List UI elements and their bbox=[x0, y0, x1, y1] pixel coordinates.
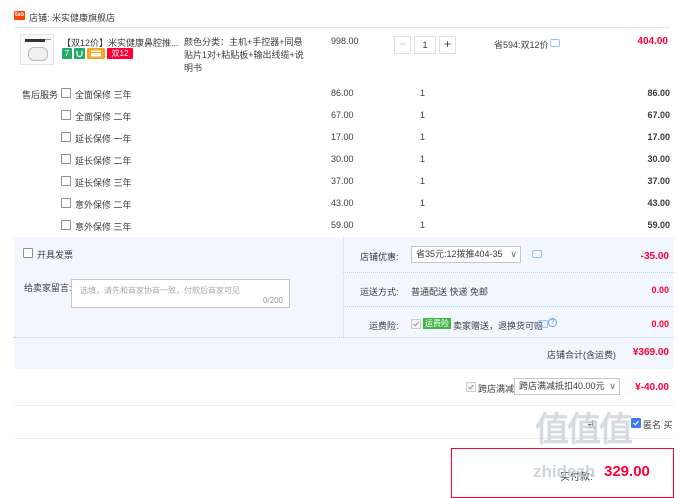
insurance-label: 运费险: bbox=[369, 321, 399, 331]
badge-credit-card-icon bbox=[87, 48, 105, 59]
product-thumbnail[interactable] bbox=[20, 34, 54, 65]
service-total: 59.00 bbox=[647, 220, 670, 230]
service-name: 全面保修 二年 bbox=[75, 112, 132, 122]
service-total: 17.00 bbox=[647, 132, 670, 142]
chevron-down-icon: ∨ bbox=[609, 381, 616, 391]
service-name: 延长保修 一年 bbox=[75, 134, 132, 144]
chevron-down-icon: ∨ bbox=[510, 249, 517, 259]
service-name: 全面保修 三年 bbox=[75, 90, 132, 100]
service-name: 意外保修 三年 bbox=[75, 222, 132, 232]
service-qty: 1 bbox=[420, 88, 426, 98]
service-checkbox[interactable] bbox=[61, 132, 71, 142]
service-price: 17.00 bbox=[331, 132, 354, 142]
shop-icon: tao bbox=[14, 11, 25, 20]
invoice-label: 开具发票 bbox=[37, 250, 74, 260]
store-promo-checkbox[interactable] bbox=[466, 382, 476, 392]
insurance-info-icon[interactable] bbox=[538, 320, 548, 328]
invoice-checkbox[interactable] bbox=[23, 248, 33, 258]
service-total: 86.00 bbox=[647, 88, 670, 98]
service-price: 67.00 bbox=[331, 110, 354, 120]
service-qty: 1 bbox=[420, 132, 426, 142]
service-name: 意外保修 二年 bbox=[75, 200, 132, 210]
service-price: 86.00 bbox=[331, 88, 354, 98]
quantity-plus-button[interactable]: + bbox=[439, 36, 456, 54]
service-qty: 1 bbox=[420, 154, 426, 164]
service-checkbox[interactable] bbox=[61, 198, 71, 208]
message-counter: 0/200 bbox=[262, 296, 283, 305]
shop-discount-amount: -35.00 bbox=[640, 251, 669, 262]
quantity-minus-button[interactable]: − bbox=[394, 36, 411, 54]
anonymous-label: 匿名 买 bbox=[643, 420, 673, 430]
discount-info-icon[interactable] bbox=[532, 250, 542, 258]
badge-7day-icon: 7 bbox=[62, 48, 72, 59]
promo-text: 省594:双12价 bbox=[494, 40, 549, 50]
service-qty: 1 bbox=[420, 110, 426, 120]
service-total: 37.00 bbox=[647, 176, 670, 186]
services-label: 售后服务 bbox=[22, 90, 59, 100]
service-total: 67.00 bbox=[647, 110, 670, 120]
help-icon[interactable]: ? bbox=[548, 318, 557, 327]
final-amount: 329.00 bbox=[604, 463, 650, 480]
shop-total-label: 店铺合计(含运费) bbox=[547, 350, 616, 360]
shop-name-link[interactable]: 米实健康旗舰店 bbox=[52, 11, 115, 24]
promo-info-icon[interactable] bbox=[550, 39, 560, 47]
message-textarea[interactable]: 选填，请先和商家协商一致，付款后商家可见 0/200 bbox=[71, 279, 290, 308]
shop-total-amount: ¥369.00 bbox=[632, 347, 669, 358]
service-checkbox[interactable] bbox=[61, 88, 71, 98]
product-spec: 颜色分类：主机+手控器+同悬贴片1对+粘贴板+输出线缆+说明书 bbox=[184, 37, 304, 73]
service-price: 30.00 bbox=[331, 154, 354, 164]
service-price: 37.00 bbox=[331, 176, 354, 186]
service-checkbox[interactable] bbox=[61, 154, 71, 164]
message-placeholder: 选填，请先和商家协商一致，付款后商家可见 bbox=[80, 286, 240, 295]
service-price: 43.00 bbox=[331, 198, 354, 208]
shop-label: 店铺: bbox=[29, 13, 50, 23]
badge-double12-icon: 双12 bbox=[107, 48, 133, 59]
insurance-tag: 运费险 bbox=[423, 318, 451, 329]
service-qty: 1 bbox=[420, 220, 426, 230]
quantity-input[interactable]: 1 bbox=[414, 36, 436, 54]
shop-discount-value: 省35元:12拨推404-35 bbox=[416, 249, 503, 259]
service-qty: 1 bbox=[420, 198, 426, 208]
service-qty: 1 bbox=[420, 176, 426, 186]
insurance-value: 卖家赠送，退换货可赔 bbox=[453, 321, 544, 331]
store-promo-value: 跨店满减抵扣40.00元 bbox=[519, 381, 605, 391]
service-total: 43.00 bbox=[647, 198, 670, 208]
shipping-value: 普通配送 快递 免邮 bbox=[411, 287, 489, 297]
unit-price: 998.00 bbox=[331, 36, 359, 46]
shop-discount-label: 店铺优惠: bbox=[360, 252, 399, 262]
anonymous-checkbox[interactable] bbox=[631, 418, 641, 428]
insurance-amount: 0.00 bbox=[651, 319, 669, 329]
store-promo-select[interactable]: 跨店满减抵扣40.00元 ∨ bbox=[514, 378, 620, 395]
badge-guarantee-icon bbox=[74, 48, 85, 59]
service-checkbox[interactable] bbox=[61, 176, 71, 186]
service-price: 59.00 bbox=[331, 220, 354, 230]
store-promo-amount: ¥-40.00 bbox=[635, 382, 669, 393]
item-total: 404.00 bbox=[637, 36, 668, 47]
insurance-checkbox[interactable] bbox=[411, 319, 421, 329]
shop-discount-select[interactable]: 省35元:12拨推404-35 ∨ bbox=[411, 246, 521, 263]
service-name: 延长保修 三年 bbox=[75, 178, 132, 188]
service-total: 30.00 bbox=[647, 154, 670, 164]
message-label: 给卖家留言: bbox=[24, 283, 72, 293]
watermark-logo: 值值值 bbox=[535, 411, 633, 449]
shipping-amount: 0.00 bbox=[651, 285, 669, 295]
store-promo-label: 跨店满减 bbox=[478, 384, 515, 394]
shipping-label: 运送方式: bbox=[360, 287, 399, 297]
service-checkbox[interactable] bbox=[61, 220, 71, 230]
service-checkbox[interactable] bbox=[61, 110, 71, 120]
watermark-text: zhidezh bbox=[533, 462, 596, 481]
service-name: 延长保修 二年 bbox=[75, 156, 132, 166]
